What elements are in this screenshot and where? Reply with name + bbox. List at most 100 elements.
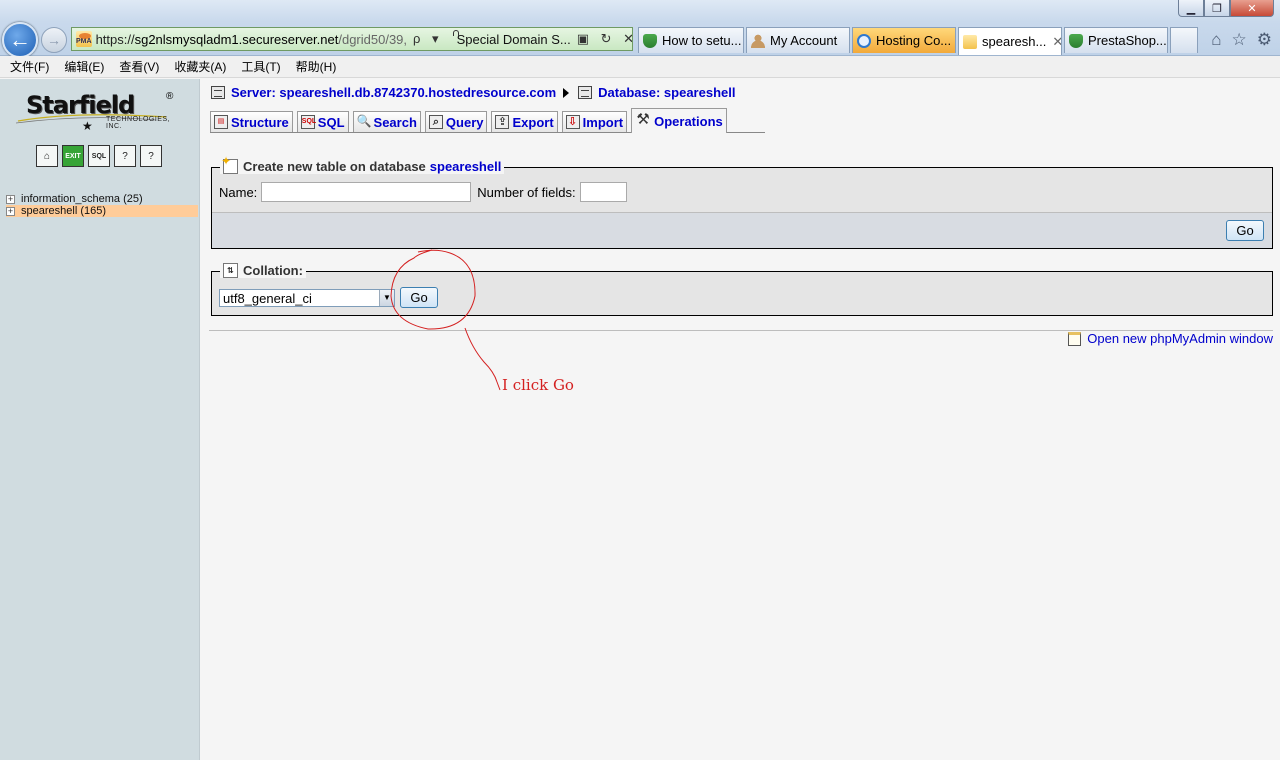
quick-access-icons: ⌂ EXIT SQL ? ? bbox=[36, 145, 162, 167]
collation-selected-value: utf8_general_ci bbox=[223, 290, 312, 306]
create-table-title: Create new table on database bbox=[243, 159, 426, 174]
database-name[interactable]: information_schema (25) bbox=[21, 193, 143, 205]
settings-gear-icon[interactable]: ⚙ bbox=[1257, 30, 1272, 50]
create-table-go-button[interactable]: Go bbox=[1226, 220, 1264, 241]
browser-tab-4[interactable]: spearesh... ✕ bbox=[958, 27, 1062, 55]
menu-help[interactable]: 帮助(H) bbox=[296, 58, 337, 75]
forward-arrow-icon: → bbox=[47, 32, 61, 48]
back-button[interactable]: ← bbox=[2, 22, 38, 58]
tab-label: Operations bbox=[654, 113, 723, 129]
structure-icon: ▤ bbox=[214, 115, 228, 129]
tab-export[interactable]: ⇪ Export bbox=[491, 111, 558, 132]
collation-title: Collation: bbox=[243, 263, 303, 278]
breadcrumb: Server: speareshell.db.8742370.hostedres… bbox=[211, 85, 735, 100]
open-new-window-label[interactable]: Open new phpMyAdmin window bbox=[1087, 331, 1273, 346]
create-table-row: Name: Number of fields: bbox=[219, 182, 633, 202]
url-text[interactable]: https://sg2nlsmysqladm1.secureserver.net… bbox=[96, 32, 407, 47]
breadcrumb-server-link[interactable]: Server: speareshell.db.8742370.hostedres… bbox=[231, 85, 556, 100]
forward-button[interactable]: → bbox=[41, 27, 67, 53]
navigation-frame: Starfield ® TECHNOLOGIES, INC. ★ ⌂ EXIT … bbox=[0, 79, 200, 760]
sql-query-icon[interactable]: SQL bbox=[88, 145, 110, 167]
database-item-speareshell[interactable]: + speareshell (165) bbox=[6, 205, 198, 217]
browser-chrome: ▁ ❐ ✕ ← → PMA https://sg2nlsmysqladm1.se… bbox=[0, 0, 1280, 58]
tab-operations[interactable]: ⚒ Operations bbox=[631, 108, 727, 133]
content-frame: Server: speareshell.db.8742370.hostedres… bbox=[201, 79, 1280, 760]
compat-refresh-stop-icons[interactable]: ▣ ↻ ✕ bbox=[577, 31, 632, 47]
menu-tools[interactable]: 工具(T) bbox=[241, 58, 280, 75]
expand-plus-icon[interactable]: + bbox=[6, 194, 15, 204]
collation-select[interactable]: utf8_general_ci ▼ bbox=[219, 289, 395, 307]
tab-search[interactable]: 🔍 Search bbox=[352, 111, 421, 132]
maximize-button[interactable]: ❐ bbox=[1204, 0, 1230, 17]
chevron-down-icon[interactable]: ▼ bbox=[379, 290, 394, 306]
browser-tabs: How to setu... My Account Hosting Co... … bbox=[638, 27, 1200, 55]
ie-icon bbox=[857, 33, 871, 48]
logo-star-icon: ★ bbox=[82, 119, 93, 133]
search-icon: 🔍 bbox=[356, 114, 372, 128]
tab-label: Export bbox=[512, 114, 554, 130]
close-window-button[interactable]: ✕ bbox=[1230, 0, 1274, 17]
tab-structure[interactable]: ▤ Structure bbox=[210, 111, 293, 132]
collation-go-button[interactable]: Go bbox=[400, 287, 438, 308]
menu-view[interactable]: 查看(V) bbox=[119, 58, 159, 75]
tab-import[interactable]: ⇩ Import bbox=[561, 111, 628, 132]
certificate-label[interactable]: Special Domain S... bbox=[457, 32, 571, 47]
expand-plus-icon[interactable]: + bbox=[6, 206, 15, 216]
pma-favicon-icon: PMA bbox=[76, 31, 92, 47]
collation-fieldset: ⇅ Collation: utf8_general_ci ▼ Go bbox=[211, 263, 1273, 316]
browser-tab-1[interactable]: How to setu... bbox=[638, 27, 744, 53]
database-tree: + information_schema (25) + speareshell … bbox=[6, 193, 198, 217]
browser-tab-2[interactable]: My Account bbox=[746, 27, 850, 53]
site-icon bbox=[1069, 33, 1083, 48]
database-item-information-schema[interactable]: + information_schema (25) bbox=[6, 193, 198, 205]
address-bar[interactable]: PMA https://sg2nlsmysqladm1.secureserver… bbox=[71, 27, 633, 51]
menu-edit[interactable]: 编辑(E) bbox=[64, 58, 104, 75]
database-name[interactable]: speareshell (165) bbox=[21, 205, 106, 217]
browser-tab-3[interactable]: Hosting Co... bbox=[852, 27, 956, 53]
tab-label: Hosting Co... bbox=[876, 33, 952, 48]
minimize-button[interactable]: ▁ bbox=[1178, 0, 1204, 17]
menu-file[interactable]: 文件(F) bbox=[10, 58, 49, 75]
name-label: Name: bbox=[219, 184, 258, 200]
collation-legend: ⇅ Collation: bbox=[220, 263, 306, 278]
new-tab-button[interactable] bbox=[1170, 27, 1198, 53]
starfield-logo[interactable]: Starfield ® TECHNOLOGIES, INC. ★ bbox=[16, 89, 186, 141]
exit-icon[interactable]: EXIT bbox=[62, 145, 84, 167]
tab-query[interactable]: ⌕ Query bbox=[424, 111, 488, 132]
tab-label: Import bbox=[582, 114, 624, 130]
mysql-docs-icon[interactable]: ? bbox=[140, 145, 162, 167]
database-tabs: ▤ Structure SQL SQL 🔍 Search ⌕ Query ⇪ E… bbox=[210, 108, 765, 133]
create-table-database-name: speareshell bbox=[429, 159, 502, 174]
tab-label: PrestaShop... bbox=[1088, 33, 1167, 48]
menu-bar: 文件(F) 编辑(E) 查看(V) 收藏夹(A) 工具(T) 帮助(H) bbox=[0, 56, 1280, 78]
collation-icon: ⇅ bbox=[223, 263, 238, 278]
table-name-input[interactable] bbox=[261, 182, 472, 202]
logo-subtitle: TECHNOLOGIES, INC. bbox=[106, 116, 171, 130]
logo-registered: ® bbox=[166, 91, 174, 102]
logo-text: Starfield bbox=[26, 91, 135, 119]
search-dropdown-icon[interactable]: ρ ▾ bbox=[413, 31, 443, 47]
browser-tab-5[interactable]: PrestaShop... bbox=[1064, 27, 1168, 53]
create-table-footer: Go bbox=[212, 212, 1272, 248]
phpmyadmin-docs-icon[interactable]: ? bbox=[114, 145, 136, 167]
home-icon[interactable]: ⌂ bbox=[1211, 30, 1221, 50]
open-new-window-link[interactable]: Open new phpMyAdmin window bbox=[1068, 331, 1273, 346]
browser-toolbar-icons: ⌂ ☆ ⚙ bbox=[1211, 30, 1272, 50]
annotation-text: I click Go bbox=[502, 376, 574, 394]
home-icon[interactable]: ⌂ bbox=[36, 145, 58, 167]
person-icon bbox=[751, 33, 765, 48]
menu-favorites[interactable]: 收藏夹(A) bbox=[174, 58, 226, 75]
sql-icon: SQL bbox=[300, 115, 316, 129]
new-table-icon bbox=[221, 154, 238, 174]
window-controls: ▁ ❐ ✕ bbox=[1178, 0, 1274, 18]
database-icon bbox=[578, 86, 593, 99]
tab-label: My Account bbox=[770, 33, 838, 48]
url-domain: sg2nlsmysqladm1.secureserver.net bbox=[134, 31, 339, 47]
tab-sql[interactable]: SQL SQL bbox=[296, 111, 349, 132]
breadcrumb-database-link[interactable]: Database: speareshell bbox=[598, 85, 735, 100]
number-of-fields-input[interactable] bbox=[579, 182, 627, 202]
create-table-legend: Create new table on database speareshell bbox=[220, 154, 505, 174]
breadcrumb-arrow-icon bbox=[563, 87, 570, 98]
close-tab-icon[interactable]: ✕ bbox=[1052, 34, 1061, 50]
favorites-star-icon[interactable]: ☆ bbox=[1232, 30, 1247, 50]
